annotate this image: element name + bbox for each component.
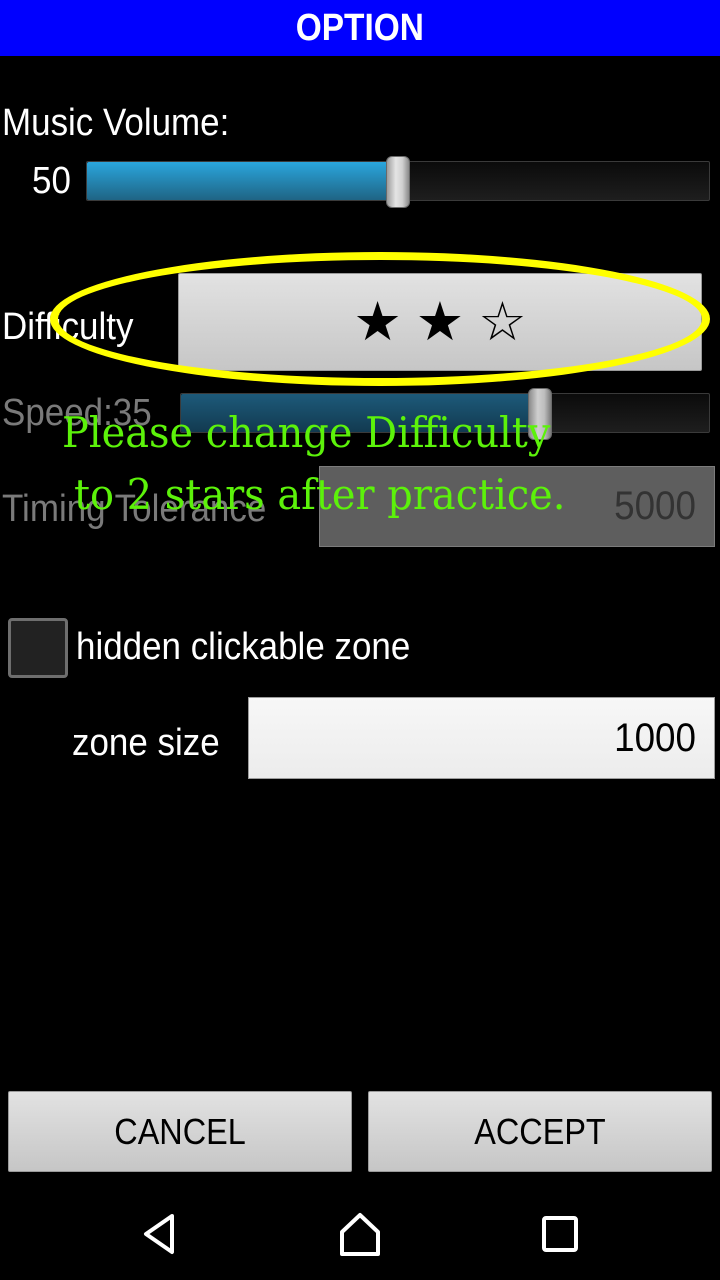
title-bar: OPTION [0,0,720,56]
music-volume-label: Music Volume: [2,102,230,144]
zone-size-label: zone size [72,722,220,764]
cancel-button-label: CANCEL [114,1110,246,1152]
difficulty-button[interactable]: ★ ★ ☆ [178,273,702,371]
home-button[interactable] [330,1204,390,1264]
music-volume-slider-fill [87,162,398,200]
difficulty-label: Difficulty [2,306,134,348]
star-filled-icon: ★ [353,290,402,353]
annotation-line-1: Please change Difficulty [62,408,551,457]
music-volume-slider[interactable] [86,156,710,208]
back-icon [144,1214,174,1254]
back-button[interactable] [130,1204,190,1264]
recents-icon [542,1216,578,1252]
zone-size-value: 1000 [614,715,696,760]
home-icon [340,1213,380,1256]
page-title: OPTION [295,6,425,49]
hidden-zone-label: hidden clickable zone [76,626,411,668]
accept-button-label: ACCEPT [474,1110,606,1152]
timing-tolerance-value: 5000 [614,484,696,528]
zone-size-field[interactable]: 1000 [248,697,715,779]
accept-button[interactable]: ACCEPT [368,1091,712,1172]
recents-button[interactable] [530,1204,590,1264]
star-filled-icon: ★ [415,290,465,353]
hidden-zone-checkbox[interactable] [8,618,68,678]
difficulty-stars: ★ ★ ☆ [353,295,526,349]
cancel-button[interactable]: CANCEL [8,1091,352,1172]
star-empty-icon: ☆ [478,290,527,353]
music-volume-slider-thumb[interactable] [386,156,410,208]
annotation-line-2: to 2 stars after practice. [74,470,566,519]
music-volume-value: 50 [32,160,71,202]
navigation-bar [0,1190,720,1280]
